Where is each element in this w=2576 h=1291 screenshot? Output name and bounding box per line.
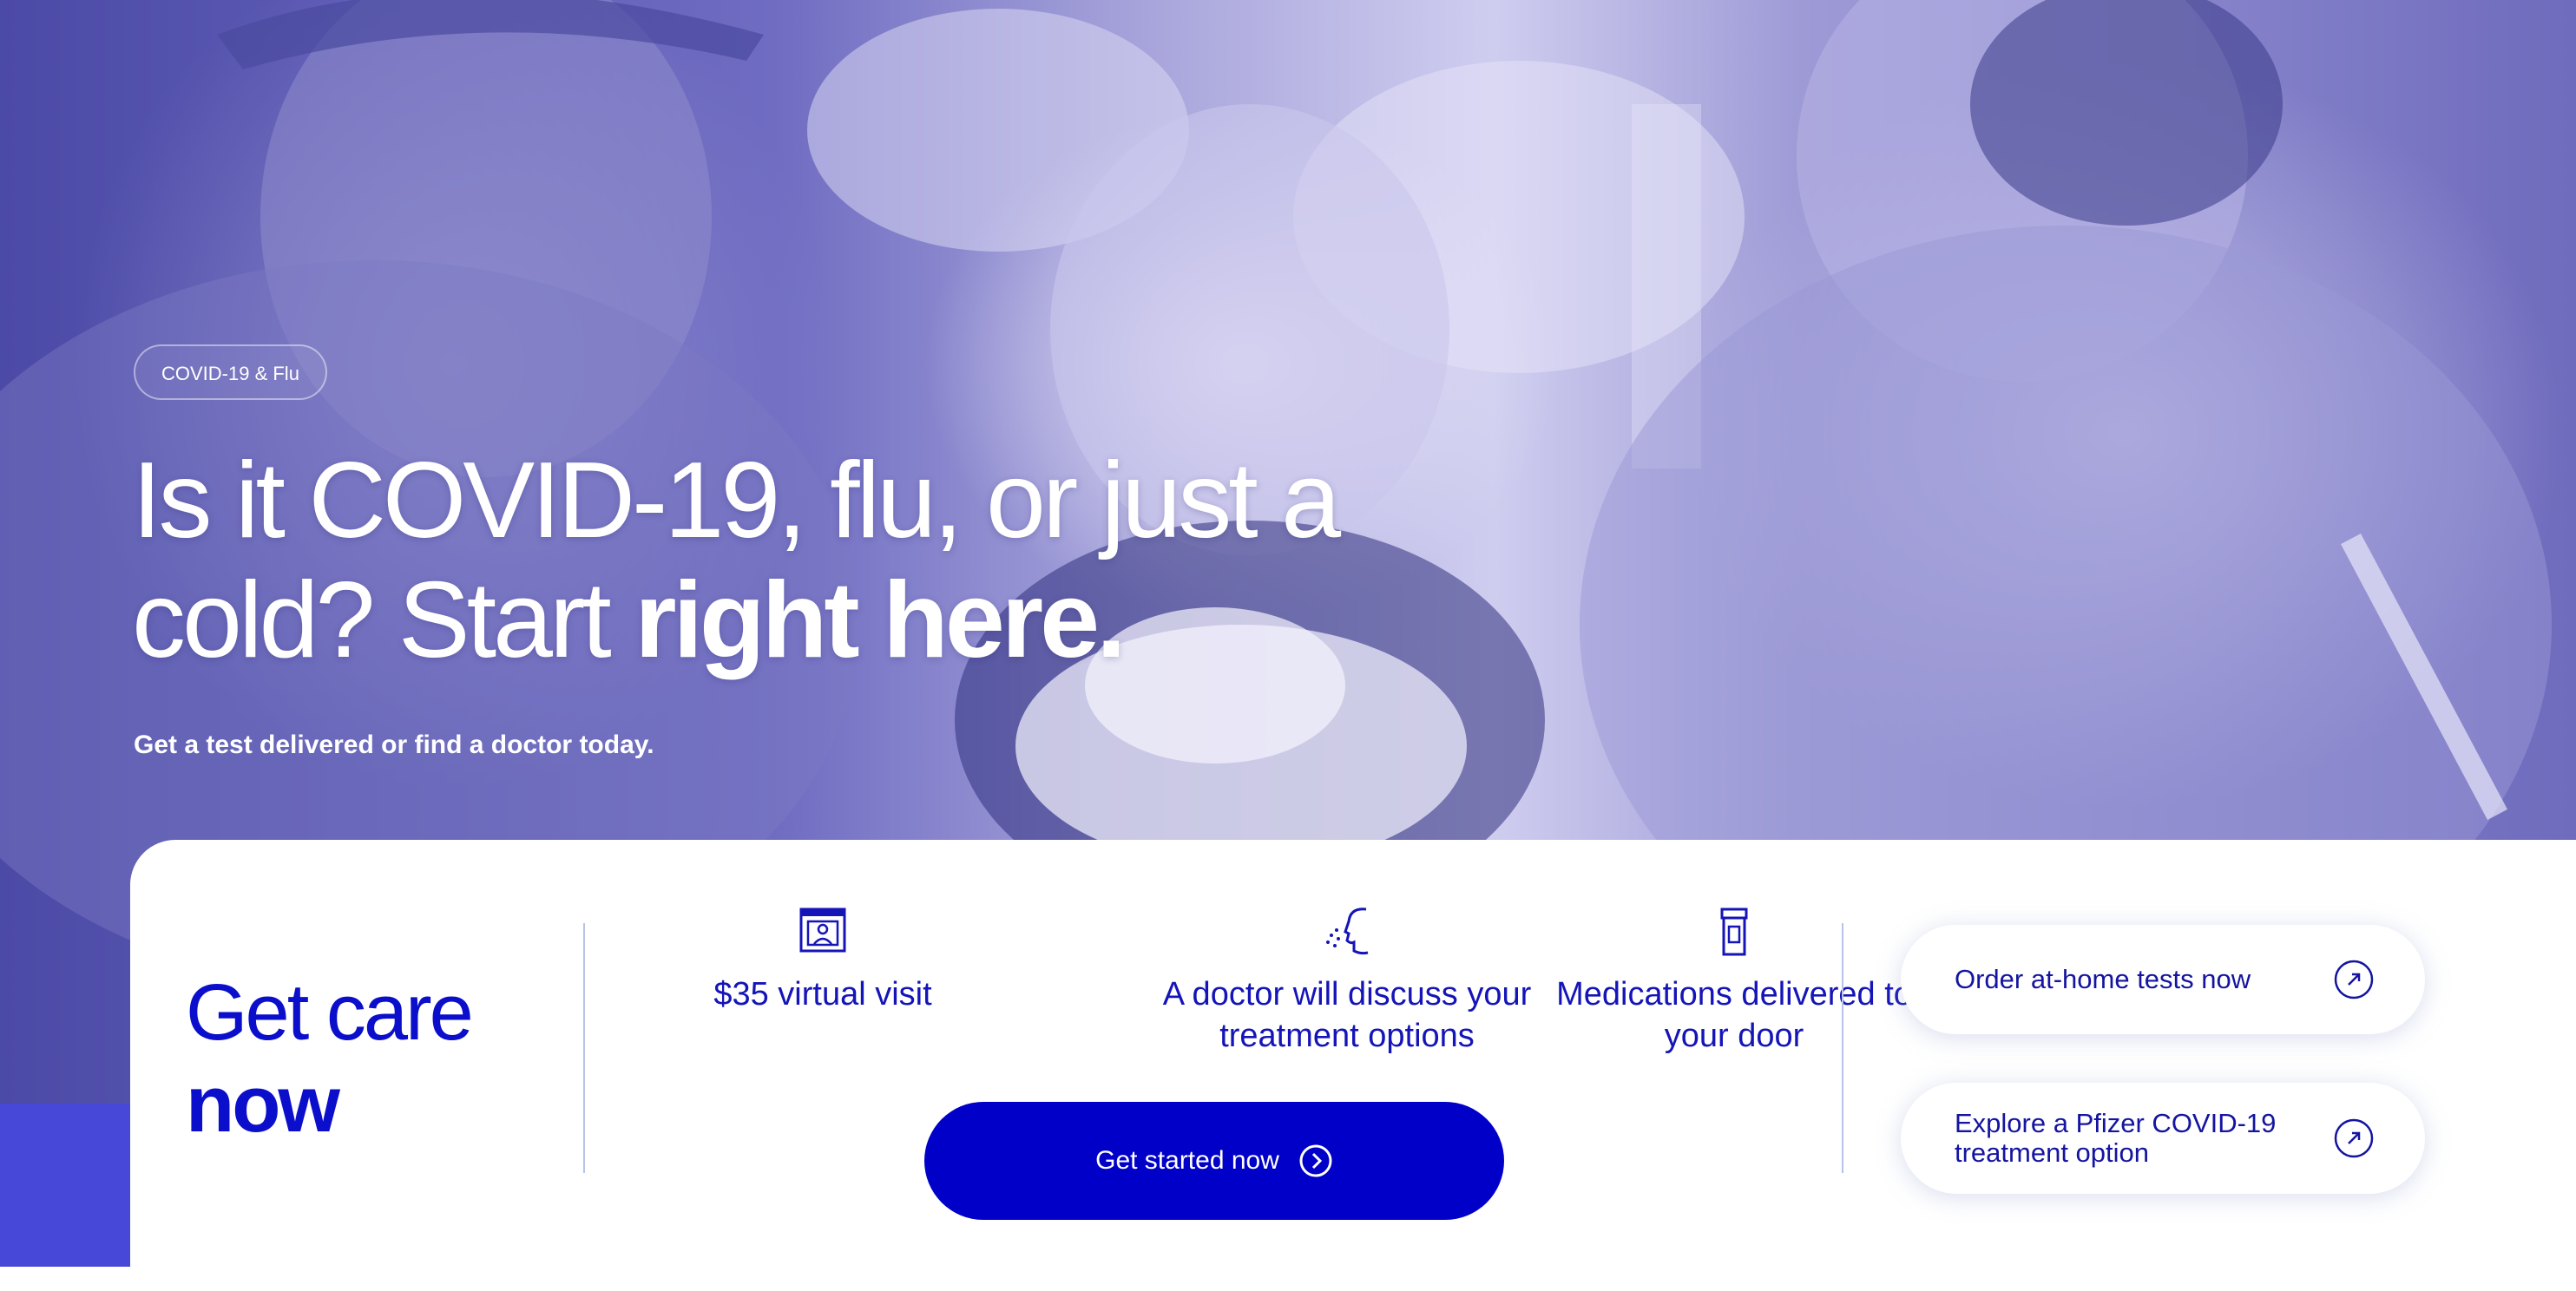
pfizer-treatment-link[interactable]: Explore a Pfizer COVID-19 treatment opti… — [1901, 1083, 2425, 1194]
feature-label: A doctor will discuss your treatment opt… — [1162, 976, 1532, 1054]
get-care-panel: Get care now $35 virtual visit A doctor … — [130, 840, 2576, 1291]
page-title: Is it COVID-19, flu, or just a cold? Sta… — [132, 441, 1434, 680]
order-tests-label: Order at-home tests now — [1955, 964, 2251, 994]
care-heading: Get care now — [186, 967, 474, 1150]
category-tag: COVID-19 & Flu — [134, 344, 327, 400]
feature-label: $35 virtual visit — [713, 976, 932, 1012]
divider — [1842, 923, 1843, 1173]
doctor-profile-icon — [1326, 908, 1369, 955]
get-started-label: Get started now — [1095, 1146, 1279, 1175]
pfizer-treatment-label: Explore a Pfizer COVID-19 treatment opti… — [1955, 1108, 2277, 1168]
pill-bottle-icon — [1720, 908, 1748, 956]
video-visit-icon — [799, 908, 846, 953]
feature-virtual-visit: $35 virtual visit — [636, 906, 1009, 1015]
hero-accent-strip — [0, 1104, 132, 1267]
order-tests-link[interactable]: Order at-home tests now — [1901, 925, 2425, 1034]
hero-subheading: Get a test delivered or find a doctor to… — [134, 731, 654, 759]
feature-medication-delivery: Medications delivered to your door — [1543, 906, 1925, 1057]
external-arrow-icon — [2334, 1118, 2374, 1158]
feature-doctor-discussion: A doctor will discuss your treatment opt… — [1156, 906, 1538, 1057]
care-heading-line2: now — [186, 1060, 340, 1149]
external-arrow-icon — [2334, 960, 2374, 999]
care-heading-line1: Get care — [186, 968, 474, 1057]
chevron-right-circle-icon — [1299, 1144, 1332, 1177]
feature-label: Medications delivered to your door — [1556, 976, 1912, 1054]
headline-emphasis: right here. — [634, 560, 1126, 680]
divider — [583, 923, 585, 1173]
get-started-button[interactable]: Get started now — [924, 1102, 1504, 1220]
